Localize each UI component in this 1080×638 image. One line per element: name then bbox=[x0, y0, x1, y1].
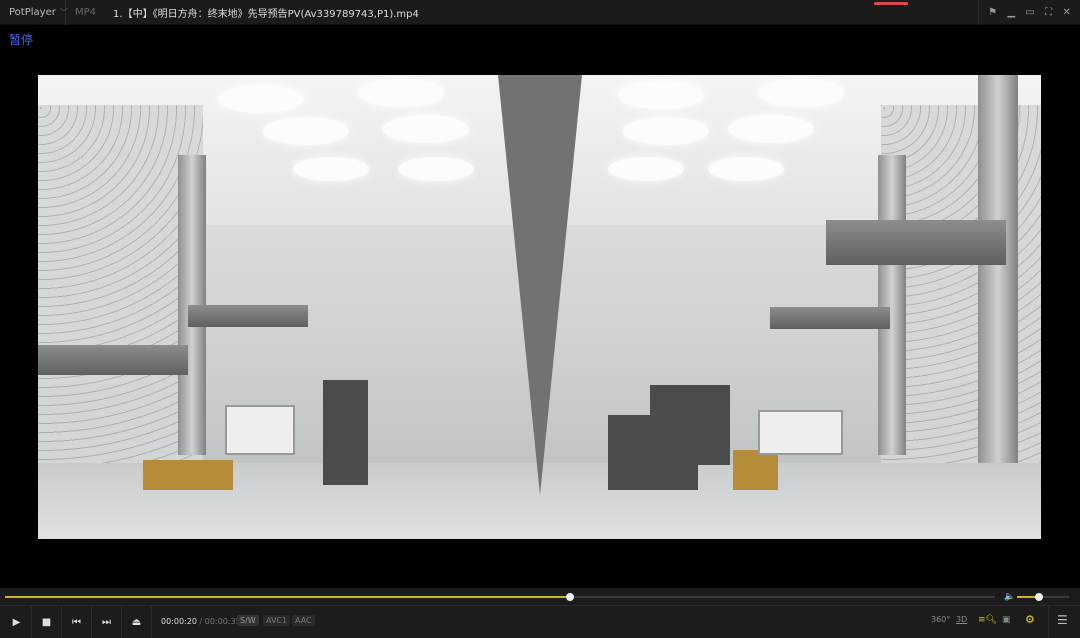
window-controls: ⚑ ▁ ▭ ⛶ ✕ bbox=[978, 0, 1080, 25]
open-button[interactable]: ⏏ bbox=[122, 606, 152, 638]
close-icon[interactable]: ✕ bbox=[1062, 7, 1070, 18]
play-button[interactable]: ▶ bbox=[2, 606, 32, 638]
time-display: 00:00:20 / 00:00:35 bbox=[161, 617, 241, 626]
volume-slider[interactable] bbox=[1017, 593, 1069, 601]
title-bar: PotPlayer ﹀ MP4 1.【中】《明日方舟：终末地》先导预告PV(Av3… bbox=[0, 0, 1080, 25]
3d-button[interactable]: 3D bbox=[956, 615, 967, 624]
audio-codec-tag[interactable]: AAC bbox=[292, 615, 315, 626]
pin-icon[interactable]: ⚑ bbox=[988, 7, 997, 18]
video-codec-tag[interactable]: AVC1 bbox=[263, 615, 291, 626]
playlist-search-icon[interactable]: ≡🔍︎ bbox=[978, 615, 997, 625]
seek-bar[interactable] bbox=[5, 593, 995, 601]
app-name: PotPlayer bbox=[9, 6, 56, 18]
next-button[interactable]: ⏭ bbox=[92, 606, 122, 638]
eject-icon: ⏏ bbox=[131, 616, 142, 628]
video-frame[interactable] bbox=[38, 75, 1041, 539]
stop-button[interactable]: ■ bbox=[32, 606, 62, 638]
sw-decoder-tag[interactable]: S/W bbox=[237, 615, 259, 626]
play-icon: ▶ bbox=[12, 616, 21, 628]
file-title: 1.【中】《明日方舟：终末地》先导预告PV(Av339789743,P1).mp… bbox=[113, 8, 419, 20]
format-label: MP4 bbox=[75, 6, 97, 18]
menu-icon[interactable]: ☰ bbox=[1057, 613, 1068, 627]
osd-status: 暂停 bbox=[9, 33, 34, 47]
volume-icon[interactable]: 🔈 bbox=[1004, 592, 1015, 602]
app-menu-button[interactable]: PotPlayer ﹀ bbox=[0, 0, 68, 25]
seek-handle[interactable] bbox=[566, 593, 575, 601]
settings-gear-icon[interactable]: ⚙ bbox=[1025, 613, 1035, 626]
drag-indicator bbox=[874, 2, 908, 5]
time-separator: / bbox=[199, 617, 203, 626]
fullscreen-icon[interactable]: ⛶ bbox=[1045, 7, 1052, 18]
maximize-icon[interactable]: ▭ bbox=[1025, 7, 1034, 18]
stop-icon: ■ bbox=[41, 616, 52, 628]
vr-360-button[interactable]: 360° bbox=[931, 615, 950, 624]
current-time: 00:00:20 bbox=[161, 617, 197, 626]
central-spire bbox=[498, 75, 582, 495]
volume-handle[interactable] bbox=[1034, 593, 1043, 601]
total-time: 00:00:35 bbox=[204, 617, 241, 626]
previous-button[interactable]: ⏮ bbox=[62, 606, 92, 638]
screen-icon[interactable]: ▣ bbox=[1002, 615, 1011, 625]
control-bar: 🔈 ▶ ■ ⏮ ⏭ ⏏ 00:00:20 / 00:00:35 S/W AVC1… bbox=[0, 588, 1080, 638]
previous-icon: ⏮ bbox=[72, 616, 81, 628]
next-icon: ⏭ bbox=[102, 616, 111, 628]
minimize-icon[interactable]: ▁ bbox=[1007, 7, 1015, 18]
